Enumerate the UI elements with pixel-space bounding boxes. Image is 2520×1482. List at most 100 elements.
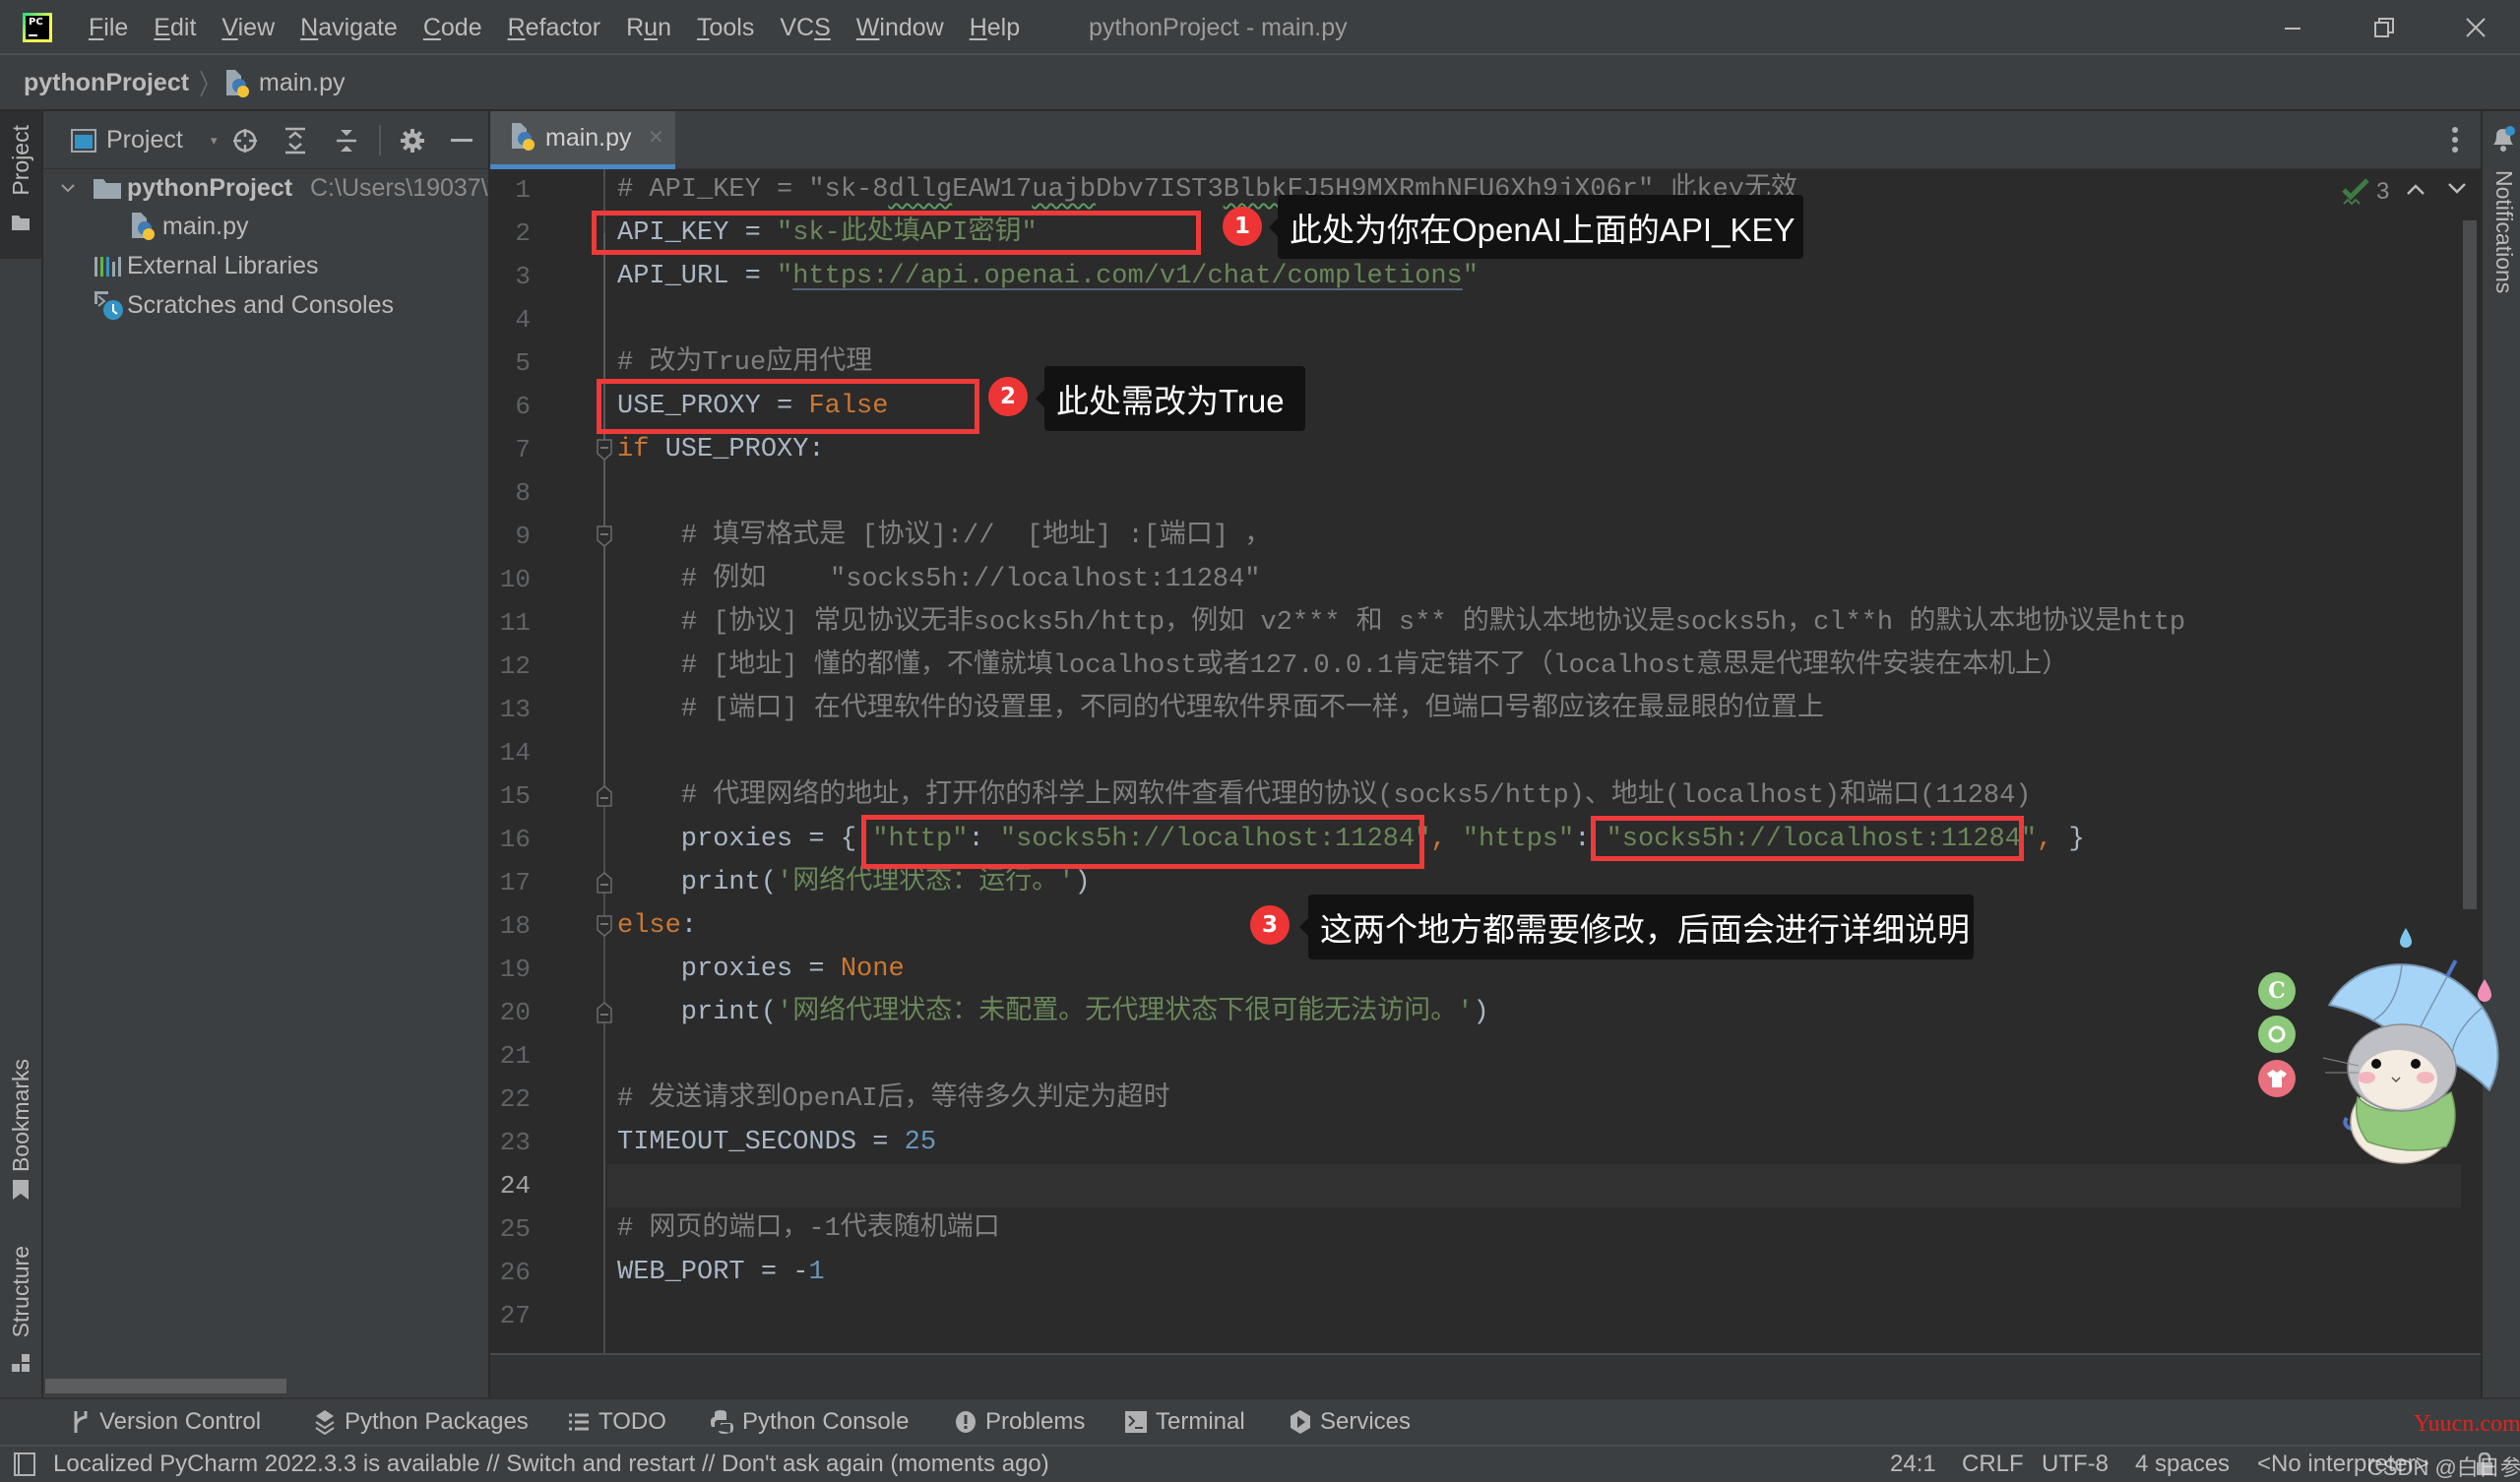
line-number[interactable]: 16 <box>490 818 531 861</box>
fold-end-icon[interactable] <box>597 785 612 807</box>
line-number[interactable]: 14 <box>490 731 531 774</box>
line-number[interactable]: 3 <box>490 255 531 298</box>
expand-all-button[interactable] <box>281 111 310 169</box>
menu-run[interactable]: Run <box>626 14 671 42</box>
project-panel-title[interactable]: Project <box>106 111 183 169</box>
line-number[interactable]: 9 <box>490 515 531 558</box>
menu-vcs[interactable]: VCS <box>780 14 830 42</box>
code-line[interactable]: 4 <box>490 298 2461 341</box>
pet-button-o[interactable] <box>2258 1016 2296 1053</box>
line-separator[interactable]: CRLF <box>1962 1447 2024 1482</box>
code-line[interactable]: 16 proxies = { "http": "socks5h://localh… <box>490 818 2461 861</box>
menu-code[interactable]: Code <box>423 14 482 42</box>
line-number[interactable]: 4 <box>490 298 531 341</box>
tree-item-main-py[interactable]: main.py <box>43 207 488 246</box>
line-number[interactable]: 6 <box>490 385 531 428</box>
hamster-umbrella-pet[interactable] <box>2303 920 2500 1166</box>
collapse-all-button[interactable] <box>332 111 361 169</box>
pet-button-shirt[interactable] <box>2258 1060 2296 1097</box>
code-line[interactable]: 7 if USE_PROXY: <box>490 428 2461 471</box>
caret-position[interactable]: 24:1 <box>1890 1447 1936 1482</box>
code-line[interactable]: 22 # 发送请求到OpenAI后，等待多久判定为超时 <box>490 1078 2461 1121</box>
toggle-tool-windows-icon[interactable] <box>14 1452 35 1476</box>
code-line-current[interactable]: 24 <box>490 1164 2461 1207</box>
menu-window[interactable]: Window <box>856 14 944 42</box>
strip-tab-project[interactable]: Project <box>0 111 41 259</box>
hide-panel-button[interactable] <box>447 111 476 169</box>
code-line[interactable]: 21 <box>490 1034 2461 1078</box>
project-horizontal-scrollbar[interactable] <box>45 1379 286 1393</box>
menu-refactor[interactable]: Refactor <box>508 14 601 42</box>
code-line[interactable]: 11 # [协议] 常见协议无非socks5h/http，例如 v2*** 和 … <box>490 601 2461 645</box>
line-number[interactable]: 25 <box>490 1207 531 1251</box>
menu-view[interactable]: View <box>221 14 275 42</box>
minimize-button[interactable] <box>2273 8 2312 47</box>
tab-main-py[interactable]: main.py ✕ <box>490 111 675 169</box>
line-number[interactable]: 22 <box>490 1078 531 1121</box>
line-number[interactable]: 2 <box>490 212 531 255</box>
line-number[interactable]: 12 <box>490 645 531 688</box>
line-number[interactable]: 17 <box>490 861 531 904</box>
strip-tab-notifications[interactable]: Notifications <box>2483 111 2520 308</box>
view-selector-chevron-icon[interactable]: ▾ <box>211 111 218 169</box>
code-line[interactable]: 12 # [地址] 懂的都懂，不懂就填localhost或者127.0.0.1肯… <box>490 645 2461 688</box>
restore-button[interactable] <box>2364 8 2404 47</box>
line-number[interactable]: 24 <box>490 1164 531 1207</box>
menu-navigate[interactable]: Navigate <box>300 14 398 42</box>
indent-setting[interactable]: 4 spaces <box>2135 1447 2230 1482</box>
next-highlight-icon[interactable] <box>2447 181 2467 197</box>
fold-collapse-icon[interactable] <box>597 915 612 937</box>
code-line[interactable]: 8 <box>490 471 2461 515</box>
fold-collapse-icon[interactable] <box>597 439 612 461</box>
fold-end-icon[interactable] <box>597 1002 612 1023</box>
breadcrumb-project[interactable]: pythonProject <box>24 55 189 110</box>
panel-options-button[interactable] <box>398 111 427 169</box>
fold-end-icon[interactable] <box>597 872 612 894</box>
tree-item-project-root[interactable]: pythonProject C:\Users\19037\ <box>43 169 488 208</box>
code-line[interactable]: 13 # [端口] 在代理软件的设置里，不同的代理软件界面不一样，但端口号都应该… <box>490 688 2461 731</box>
line-number[interactable]: 18 <box>490 904 531 948</box>
menu-edit[interactable]: Edit <box>154 14 196 42</box>
editor-vertical-scrollbar[interactable] <box>2463 220 2477 909</box>
line-number[interactable]: 5 <box>490 341 531 385</box>
line-number[interactable]: 15 <box>490 774 531 818</box>
strip-tab-structure[interactable]: Structure <box>0 1238 41 1395</box>
pet-button-c[interactable]: C <box>2258 972 2296 1010</box>
more-options-icon[interactable] <box>2449 124 2461 155</box>
tree-item-scratches[interactable]: Scratches and Consoles <box>43 285 488 325</box>
code-line[interactable]: 23 TIMEOUT_SECONDS = 25 <box>490 1121 2461 1164</box>
tool-python-packages[interactable]: Python Packages <box>314 1399 529 1445</box>
code-line[interactable]: 15 # 代理网络的地址，打开你的科学上网软件查看代理的协议(socks5/ht… <box>490 774 2461 818</box>
line-number[interactable]: 11 <box>490 601 531 645</box>
line-number[interactable]: 1 <box>490 169 531 212</box>
tool-services[interactable]: Services <box>1290 1399 1411 1445</box>
code-line[interactable]: 20 print('网络代理状态：未配置。无代理状态下很可能无法访问。') <box>490 991 2461 1034</box>
tool-version-control[interactable]: Version Control <box>71 1399 261 1445</box>
tool-todo[interactable]: TODO <box>568 1399 666 1445</box>
tool-python-console[interactable]: Python Console <box>710 1399 909 1445</box>
strip-tab-bookmarks[interactable]: Bookmarks <box>0 1051 41 1208</box>
code-line[interactable]: 3 API_URL = "https://api.openai.com/v1/ch… <box>490 255 2461 298</box>
menu-file[interactable]: File <box>89 14 128 42</box>
chevron-down-icon[interactable] <box>60 180 76 196</box>
fold-collapse-icon[interactable] <box>597 525 612 547</box>
code-line[interactable]: 25 # 网页的端口，-1代表随机端口 <box>490 1207 2461 1251</box>
line-number[interactable]: 27 <box>490 1294 531 1337</box>
line-number[interactable]: 19 <box>490 948 531 991</box>
previous-highlight-icon[interactable] <box>2406 181 2426 197</box>
locate-file-button[interactable] <box>230 111 260 169</box>
menu-tools[interactable]: Tools <box>697 14 754 42</box>
tab-close-icon[interactable]: ✕ <box>648 111 664 164</box>
breadcrumb-file[interactable]: main.py <box>259 55 346 110</box>
line-number[interactable]: 7 <box>490 428 531 471</box>
status-message[interactable]: Localized PyCharm 2022.3.3 is available … <box>53 1447 1049 1482</box>
tool-terminal[interactable]: Terminal <box>1125 1399 1245 1445</box>
line-number[interactable]: 20 <box>490 991 531 1034</box>
menu-help[interactable]: Help <box>970 14 1020 42</box>
tree-item-external-libraries[interactable]: External Libraries <box>43 246 488 285</box>
inspection-widget[interactable]: 3 <box>2341 177 2389 207</box>
code-line[interactable]: 14 <box>490 731 2461 774</box>
line-number[interactable]: 21 <box>490 1034 531 1078</box>
line-number[interactable]: 13 <box>490 688 531 731</box>
close-window-button[interactable] <box>2456 8 2495 47</box>
